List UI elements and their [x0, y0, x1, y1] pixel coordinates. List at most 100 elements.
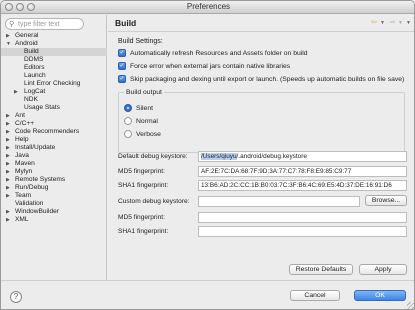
sidebar-item-editors[interactable]: Editors	[1, 64, 107, 72]
browse-button[interactable]: Browse...	[365, 195, 407, 206]
sidebar-item-ndk[interactable]: NDK	[1, 96, 107, 104]
sidebar-item-label: Usage Stats	[24, 104, 60, 111]
sidebar-item-general[interactable]: ▶ General	[1, 32, 107, 40]
search-icon: ⚲	[9, 21, 15, 28]
collapsed-arrow-icon[interactable]: ▶	[6, 112, 10, 120]
checkmark-icon: ✓	[118, 62, 126, 70]
sidebar-item-lint-error-checking[interactable]: Lint Error Checking	[1, 80, 107, 88]
custom-sha1-field[interactable]	[198, 226, 407, 237]
sidebar-item-label: NDK	[24, 96, 38, 103]
window-title: Preferences	[186, 2, 231, 11]
sidebar-item-mylyn[interactable]: ▶ Mylyn	[1, 168, 107, 176]
preferences-window: Preferences ⚲ type filter text ▶ General ▼…	[0, 0, 415, 310]
sidebar-item-help[interactable]: ▶ Help	[1, 136, 107, 144]
collapsed-arrow-icon[interactable]: ▶	[6, 120, 10, 128]
sidebar-item-label: Code Recommenders	[15, 128, 80, 135]
expanded-arrow-icon[interactable]: ▼	[6, 40, 11, 48]
collapsed-arrow-icon[interactable]: ▶	[6, 152, 10, 160]
sidebar-item-label: Maven	[15, 160, 35, 167]
custom-keystore-field[interactable]	[198, 196, 360, 207]
sidebar-item-label: Lint Error Checking	[24, 80, 81, 87]
radio-unselected-icon	[124, 130, 132, 138]
build-settings-label: Build Settings:	[118, 38, 163, 45]
collapsed-arrow-icon[interactable]: ▶	[6, 208, 10, 216]
sidebar-item-label: XML	[15, 216, 29, 223]
collapsed-arrow-icon[interactable]: ▶	[6, 184, 10, 192]
cancel-button[interactable]: Cancel	[290, 290, 340, 301]
sidebar-item-usage-stats[interactable]: Usage Stats	[1, 104, 107, 112]
default-keystore-label: Default debug keystore:	[118, 153, 188, 160]
custom-keystore-label: Custom debug keystore:	[118, 198, 190, 205]
custom-md5-field[interactable]	[198, 212, 407, 223]
sidebar-item-label: Validation	[15, 200, 44, 207]
sidebar-item-label: Remote Systems	[15, 176, 66, 183]
sidebar-item-label: Help	[15, 136, 29, 143]
collapsed-arrow-icon[interactable]: ▶	[6, 144, 10, 152]
collapsed-arrow-icon[interactable]: ▶	[6, 32, 10, 40]
sidebar-item-label: Team	[15, 192, 32, 199]
collapsed-arrow-icon[interactable]: ▶	[6, 176, 10, 184]
sidebar-item-label: General	[15, 32, 39, 39]
sidebar-item-windowbuilder[interactable]: ▶ WindowBuilder	[1, 208, 107, 216]
sidebar-item-install-update[interactable]: ▶ Install/Update	[1, 144, 107, 152]
sidebar-item-label: Run/Debug	[15, 184, 49, 191]
custom-sha1-label: SHA1 fingerprint:	[118, 228, 169, 235]
sha1-field[interactable]: 13:B6:AD:2C:CC:1B:B0:03:7C:3F:B6:4C:69:E…	[198, 180, 407, 191]
sidebar-item-label: Install/Update	[15, 144, 56, 151]
sidebar-item-ddms[interactable]: DDMS	[1, 56, 107, 64]
custom-md5-label: MD5 fingerprint:	[118, 214, 165, 221]
filter-input[interactable]: ⚲ type filter text	[5, 18, 84, 30]
preferences-tree: ▶ General ▼ Android Build DDMS Editors Launch Li…	[1, 32, 107, 224]
sidebar-item-ant[interactable]: ▶ Ant	[1, 112, 107, 120]
sidebar-item-label: Java	[15, 152, 29, 159]
sidebar-item-label: WindowBuilder	[15, 208, 59, 215]
back-arrow-icon[interactable]: ⇦	[371, 18, 377, 26]
collapsed-arrow-icon[interactable]: ▶	[6, 192, 10, 200]
apply-button[interactable]: Apply	[359, 264, 407, 275]
sidebar-item-android[interactable]: ▼ Android	[1, 40, 107, 48]
sidebar-item-label: LogCat	[24, 88, 46, 95]
radio-label: Silent	[136, 104, 154, 112]
radio-selected-icon	[124, 104, 132, 112]
resize-grip-icon[interactable]	[407, 302, 414, 309]
sidebar-item-build[interactable]: Build	[1, 48, 107, 56]
sidebar-item-label: DDMS	[24, 56, 44, 63]
collapsed-arrow-icon[interactable]: ▶	[6, 160, 10, 168]
sidebar-item-c-c-[interactable]: ▶ C/C++	[1, 120, 107, 128]
collapsed-arrow-icon[interactable]: ▶	[6, 216, 10, 224]
sidebar-item-launch[interactable]: Launch	[1, 72, 107, 80]
radio-unselected-icon	[124, 117, 132, 125]
md5-field[interactable]: AF:2E:7C:DA:68:7F:9D:3A:77:C7:78:F8:E9:8…	[198, 166, 407, 177]
sidebar-item-label: Ant	[15, 112, 25, 119]
sidebar-item-xml[interactable]: ▶ XML	[1, 216, 107, 224]
sidebar-item-validation[interactable]: Validation	[1, 200, 107, 208]
sidebar-item-remote-systems[interactable]: ▶ Remote Systems	[1, 176, 107, 184]
sidebar-item-team[interactable]: ▶ Team	[1, 192, 107, 200]
filter-placeholder: type filter text	[18, 20, 60, 28]
sidebar-item-maven[interactable]: ▶ Maven	[1, 160, 107, 168]
sidebar-item-run-debug[interactable]: ▶ Run/Debug	[1, 184, 107, 192]
page-header: Build ⇦ ▼ ⇨ ▼ ▼	[108, 15, 414, 32]
sidebar-item-label: C/C++	[15, 120, 35, 127]
collapsed-arrow-icon[interactable]: ▶	[14, 88, 18, 96]
page-title: Build	[115, 18, 137, 28]
restore-defaults-button[interactable]: Restore Defaults	[289, 264, 353, 275]
sidebar-item-label: Build	[24, 48, 39, 55]
sidebar-item-logcat[interactable]: ▶ LogCat	[1, 88, 107, 96]
keystore-path-highlight: /Users/qiuyu	[201, 153, 237, 160]
view-menu-icon[interactable]: ▼	[406, 20, 411, 26]
sidebar-item-code-recommenders[interactable]: ▶ Code Recommenders	[1, 128, 107, 136]
collapsed-arrow-icon[interactable]: ▶	[6, 128, 10, 136]
forward-arrow-icon[interactable]: ⇨	[390, 18, 396, 26]
forward-history-dropdown-icon[interactable]: ▼	[398, 20, 403, 26]
checkbox-label: Skip packaging and dexing until export o…	[130, 75, 405, 83]
collapsed-arrow-icon[interactable]: ▶	[6, 136, 10, 144]
back-history-dropdown-icon[interactable]: ▼	[380, 20, 385, 26]
ok-button[interactable]: OK	[354, 290, 406, 301]
collapsed-arrow-icon[interactable]: ▶	[6, 168, 10, 176]
sidebar-item-java[interactable]: ▶ Java	[1, 152, 107, 160]
dialog-footer: ? Cancel OK	[1, 280, 414, 309]
help-icon[interactable]: ?	[10, 291, 22, 303]
sidebar-item-label: Android	[15, 40, 38, 47]
default-keystore-field[interactable]: /Users/qiuyu/.android/debug.keystore	[198, 151, 407, 162]
